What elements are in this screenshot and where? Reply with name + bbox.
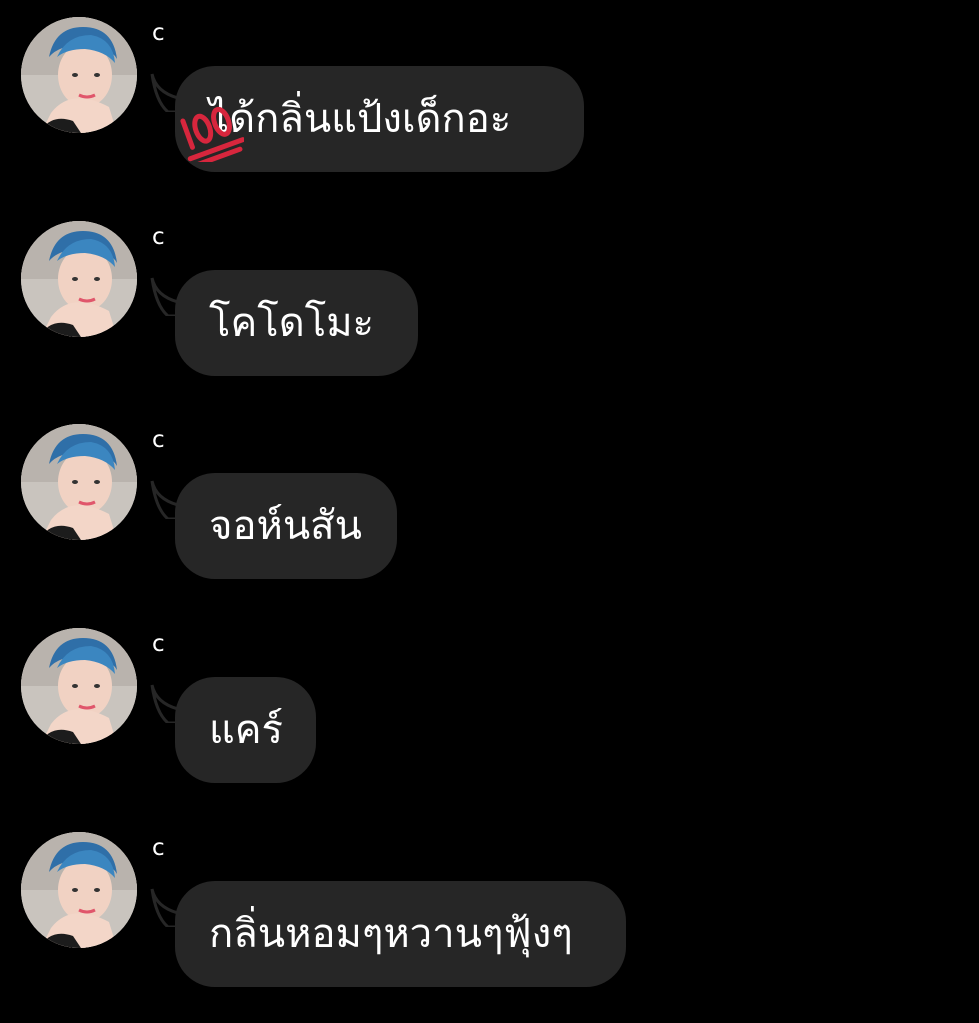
message-bubble[interactable]: จอห์นสัน (175, 473, 397, 579)
message-text: แคร์ (209, 707, 284, 753)
sender-name: c (152, 631, 165, 657)
sender-name: c (152, 427, 165, 453)
message-row: c กลิ่นหอมๆหวานๆฟุ้งๆ (0, 817, 979, 992)
message-text: จอห์นสัน (209, 503, 362, 549)
avatar[interactable] (21, 628, 137, 744)
message-row: c ได้กลิ่นแป้งเด็กอะ (0, 2, 979, 177)
message-text: กลิ่นหอมๆหวานๆฟุ้งๆ (209, 911, 573, 957)
profile-photo-icon (21, 628, 137, 744)
avatar[interactable] (21, 424, 137, 540)
sender-name: c (152, 20, 165, 46)
avatar[interactable] (21, 832, 137, 948)
avatar[interactable] (21, 221, 137, 337)
message-bubble[interactable]: แคร์ (175, 677, 316, 783)
profile-photo-icon (21, 832, 137, 948)
profile-photo-icon (21, 221, 137, 337)
avatar[interactable] (21, 17, 137, 133)
sender-name: c (152, 835, 165, 861)
message-row: c โคโดโมะ (0, 206, 979, 381)
message-row: c แคร์ (0, 613, 979, 788)
profile-photo-icon (21, 424, 137, 540)
profile-photo-icon (21, 17, 137, 133)
message-bubble[interactable]: ได้กลิ่นแป้งเด็กอะ (175, 66, 584, 172)
message-row: c จอห์นสัน (0, 409, 979, 584)
message-text: ได้กลิ่นแป้งเด็กอะ (209, 96, 512, 142)
chat-thread: c ได้กลิ่นแป้งเด็กอะ c โคโดโมะ c จอห์นสั… (0, 0, 979, 1023)
message-bubble[interactable]: โคโดโมะ (175, 270, 418, 376)
sender-name: c (152, 224, 165, 250)
message-text: โคโดโมะ (209, 300, 375, 346)
message-bubble[interactable]: กลิ่นหอมๆหวานๆฟุ้งๆ (175, 881, 626, 987)
